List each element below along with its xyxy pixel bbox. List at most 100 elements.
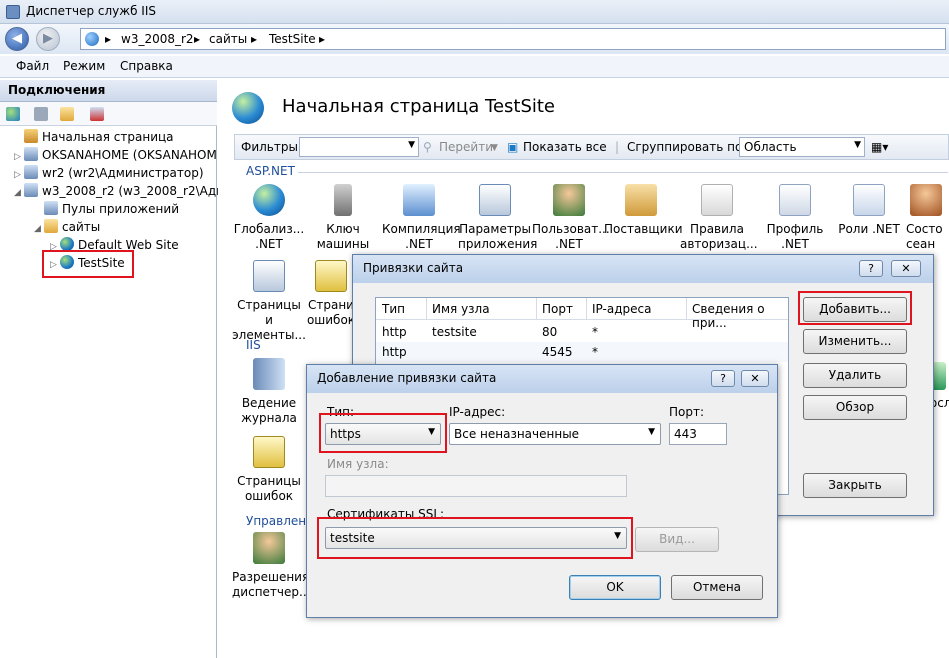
window-titlebar: Диспетчер служб IIS xyxy=(0,0,949,24)
users-icon xyxy=(553,184,585,216)
show-all-button[interactable]: Показать все xyxy=(523,140,607,154)
help-button[interactable]: ? xyxy=(859,260,883,277)
feature-session-state[interactable]: Состо сеан xyxy=(906,184,949,252)
dialog-titlebar: Добавление привязки сайта ? ✕ xyxy=(307,365,777,393)
dropdown-arrow-icon: ▼ xyxy=(408,140,415,150)
feature-machine-key[interactable]: Ключ машины xyxy=(306,184,380,252)
globe-icon xyxy=(253,184,285,216)
app-pool-icon xyxy=(44,201,58,215)
back-arrow-icon[interactable]: ◀ xyxy=(5,27,29,51)
feature-error-pages[interactable]: Страницы ошибок xyxy=(232,436,306,504)
crumb-separator-icon: ▸ xyxy=(319,32,326,46)
view-cert-button[interactable]: Вид... xyxy=(635,527,719,552)
feature-manager-permissions[interactable]: Разрешения диспетчер... xyxy=(232,532,310,600)
dialog-title: Привязки сайта xyxy=(363,261,464,275)
feature-error-pages-net[interactable]: Страни ошибок xyxy=(306,260,356,328)
iis-app-icon xyxy=(6,5,20,19)
connections-pane: Подключения Начальная страница ▷ OKSANAHO… xyxy=(0,80,241,658)
crumb-testsite[interactable]: TestSite xyxy=(269,32,316,46)
computer-icon xyxy=(24,165,38,179)
go-button[interactable]: Перейти xyxy=(439,140,493,154)
host-name-label: Имя узла: xyxy=(327,457,389,471)
globe-icon xyxy=(60,237,74,251)
providers-icon xyxy=(625,184,657,216)
crumb-sites[interactable]: сайты xyxy=(209,32,247,46)
close-icon[interactable]: ✕ xyxy=(891,260,921,277)
site-globe-icon xyxy=(232,92,264,124)
feature-net-profile[interactable]: Профиль .NET xyxy=(758,184,832,252)
connect-icon[interactable] xyxy=(6,107,20,121)
up-folder-icon[interactable] xyxy=(60,107,74,121)
cancel-button[interactable]: Отмена xyxy=(671,575,763,600)
ip-address-label: IP-адрес: xyxy=(449,405,506,419)
go-dropdown-icon[interactable]: ▼ xyxy=(491,143,498,153)
feature-providers[interactable]: Поставщики xyxy=(604,184,683,237)
computer-icon xyxy=(24,147,38,161)
port-label: Порт: xyxy=(669,405,705,419)
session-icon xyxy=(910,184,942,216)
highlight-add-button xyxy=(798,291,912,325)
edit-binding-button[interactable]: Изменить... xyxy=(803,329,907,354)
host-name-input[interactable] xyxy=(325,475,627,497)
menu-file[interactable]: Файл xyxy=(16,59,49,73)
feature-compilation[interactable]: Компиляция .NET xyxy=(382,184,461,252)
tree-item-start-page[interactable]: Начальная страница xyxy=(14,128,174,146)
compilation-icon xyxy=(403,184,435,216)
house-icon xyxy=(24,129,38,143)
profile-icon xyxy=(779,184,811,216)
feature-globalization[interactable]: Глобализ... .NET xyxy=(232,184,306,252)
crumb-server[interactable]: w3_2008_r2 xyxy=(121,32,194,46)
disconnect-icon[interactable] xyxy=(90,107,104,121)
warning-404-icon xyxy=(253,436,285,468)
bindings-table-header: Тип Имя узла Порт IP-адреса Сведения о п… xyxy=(376,298,788,330)
close-icon[interactable]: ✕ xyxy=(741,370,769,387)
dialog-titlebar: Привязки сайта ? ✕ xyxy=(353,255,933,283)
roles-icon xyxy=(853,184,885,216)
globe-icon xyxy=(85,32,99,46)
tree-item-wr2[interactable]: ▷ wr2 (wr2\Администратор) xyxy=(14,164,204,182)
feature-net-roles[interactable]: Роли .NET xyxy=(832,184,906,237)
filter-label: Фильтры: xyxy=(241,140,302,154)
filter-input[interactable]: ▼ xyxy=(299,137,419,157)
log-book-icon xyxy=(253,358,285,390)
warning-404-icon xyxy=(315,260,347,292)
table-row[interactable]: http testsite 80 * xyxy=(376,322,788,342)
navigation-bar: ◀ ▶ ▸ w3_2008_r2 ▸ сайты ▸ TestSite ▸ xyxy=(0,24,949,54)
browse-button[interactable]: Обзор xyxy=(803,395,907,420)
remove-binding-button[interactable]: Удалить xyxy=(803,363,907,388)
connections-title: Подключения xyxy=(0,80,217,102)
feature-authorization-rules[interactable]: Правила авторизац... xyxy=(680,184,758,252)
forward-arrow-icon[interactable]: ▶ xyxy=(36,27,60,51)
address-bar[interactable]: ▸ w3_2008_r2 ▸ сайты ▸ TestSite ▸ xyxy=(80,28,946,50)
tree-item-w3-2008-r2[interactable]: ◢ w3_2008_r2 (w3_2008_r2\Админ xyxy=(14,182,241,200)
menu-view[interactable]: Режим xyxy=(63,59,105,73)
folder-icon xyxy=(44,219,58,233)
toolbar-separator: | xyxy=(615,140,620,154)
port-input[interactable]: 443 xyxy=(669,423,727,445)
help-button[interactable]: ? xyxy=(711,370,735,387)
menu-help[interactable]: Справка xyxy=(120,59,173,73)
feature-app-settings[interactable]: Параметры приложения xyxy=(458,184,537,252)
crumb-separator-icon: ▸ xyxy=(105,32,112,46)
tree-item-app-pools[interactable]: Пулы приложений xyxy=(34,200,179,218)
ok-button[interactable]: OK xyxy=(569,575,661,600)
feature-pages-controls[interactable]: Страницы и элементы... xyxy=(232,260,306,343)
pages-icon xyxy=(253,260,285,292)
tree-item-oksanahome[interactable]: ▷ OKSANAHOME (OKSANAHOM xyxy=(14,146,217,164)
highlight-testsite xyxy=(42,250,134,278)
feature-logging[interactable]: Ведение журнала xyxy=(232,358,306,426)
ip-address-select[interactable]: Все неназначенные ▼ xyxy=(449,423,661,445)
add-site-binding-dialog: Добавление привязки сайта ? ✕ Тип: https… xyxy=(306,364,778,618)
table-row[interactable]: http 4545 * xyxy=(376,342,788,362)
close-dialog-button[interactable]: Закрыть xyxy=(803,473,907,498)
highlight-ssl-select xyxy=(317,517,633,559)
crumb-separator-icon: ▸ xyxy=(194,32,201,46)
collapse-arrow-icon: ◢ xyxy=(34,224,41,234)
save-icon[interactable] xyxy=(34,107,48,121)
permissions-icon xyxy=(253,532,285,564)
group-by-select[interactable]: Область ▼ xyxy=(739,137,865,157)
view-icon[interactable]: ▦▾ xyxy=(871,140,888,154)
tree-item-sites[interactable]: ◢ сайты xyxy=(34,218,100,236)
settings-list-icon xyxy=(479,184,511,216)
feature-net-users[interactable]: Пользоват... .NET xyxy=(532,184,610,252)
